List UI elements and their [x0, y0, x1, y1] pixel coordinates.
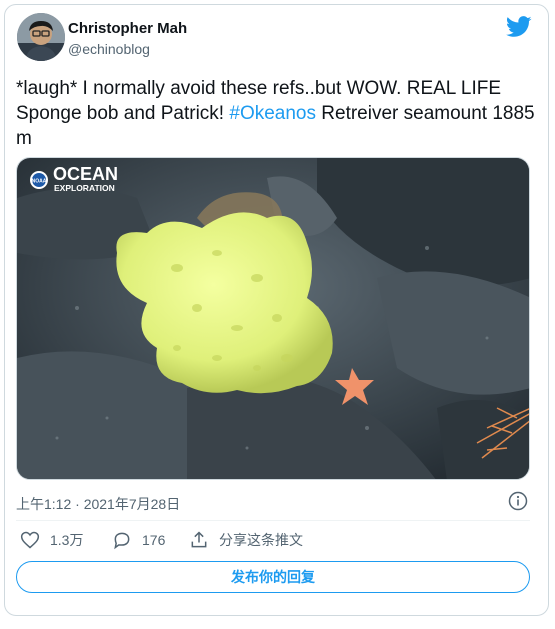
- comment-icon: [114, 532, 130, 550]
- hashtag-link[interactable]: #Okeanos: [229, 103, 316, 124]
- like-action[interactable]: 1.3万: [20, 530, 83, 550]
- tweet-timestamp[interactable]: 上午1:12 · 2021年7月28日: [16, 494, 180, 514]
- share-label: 分享这条推文: [219, 532, 303, 548]
- noaa-badge: NOAA: [32, 179, 47, 185]
- post-reply-button[interactable]: 发布你的回复: [16, 561, 530, 593]
- tweet-media-image[interactable]: NOAA OCEAN EXPLORATION: [16, 157, 530, 480]
- share-action[interactable]: 分享这条推文: [189, 530, 303, 550]
- reply-count: 176: [142, 532, 166, 548]
- logo-subtitle: EXPLORATION: [54, 183, 115, 193]
- reply-action[interactable]: 176: [112, 530, 165, 550]
- tweet-text: *laugh* I normally avoid these refs..but…: [16, 76, 536, 151]
- twitter-bird-icon[interactable]: [506, 16, 532, 38]
- author-name[interactable]: Christopher Mah: [68, 20, 187, 37]
- logo-title: OCEAN: [53, 164, 118, 184]
- divider: [16, 520, 530, 521]
- heart-icon: [20, 531, 40, 549]
- like-count: 1.3万: [50, 532, 84, 548]
- info-icon[interactable]: [508, 491, 528, 511]
- avatar[interactable]: [17, 13, 65, 61]
- author-handle[interactable]: @echinoblog: [68, 41, 150, 57]
- share-icon: [191, 531, 207, 548]
